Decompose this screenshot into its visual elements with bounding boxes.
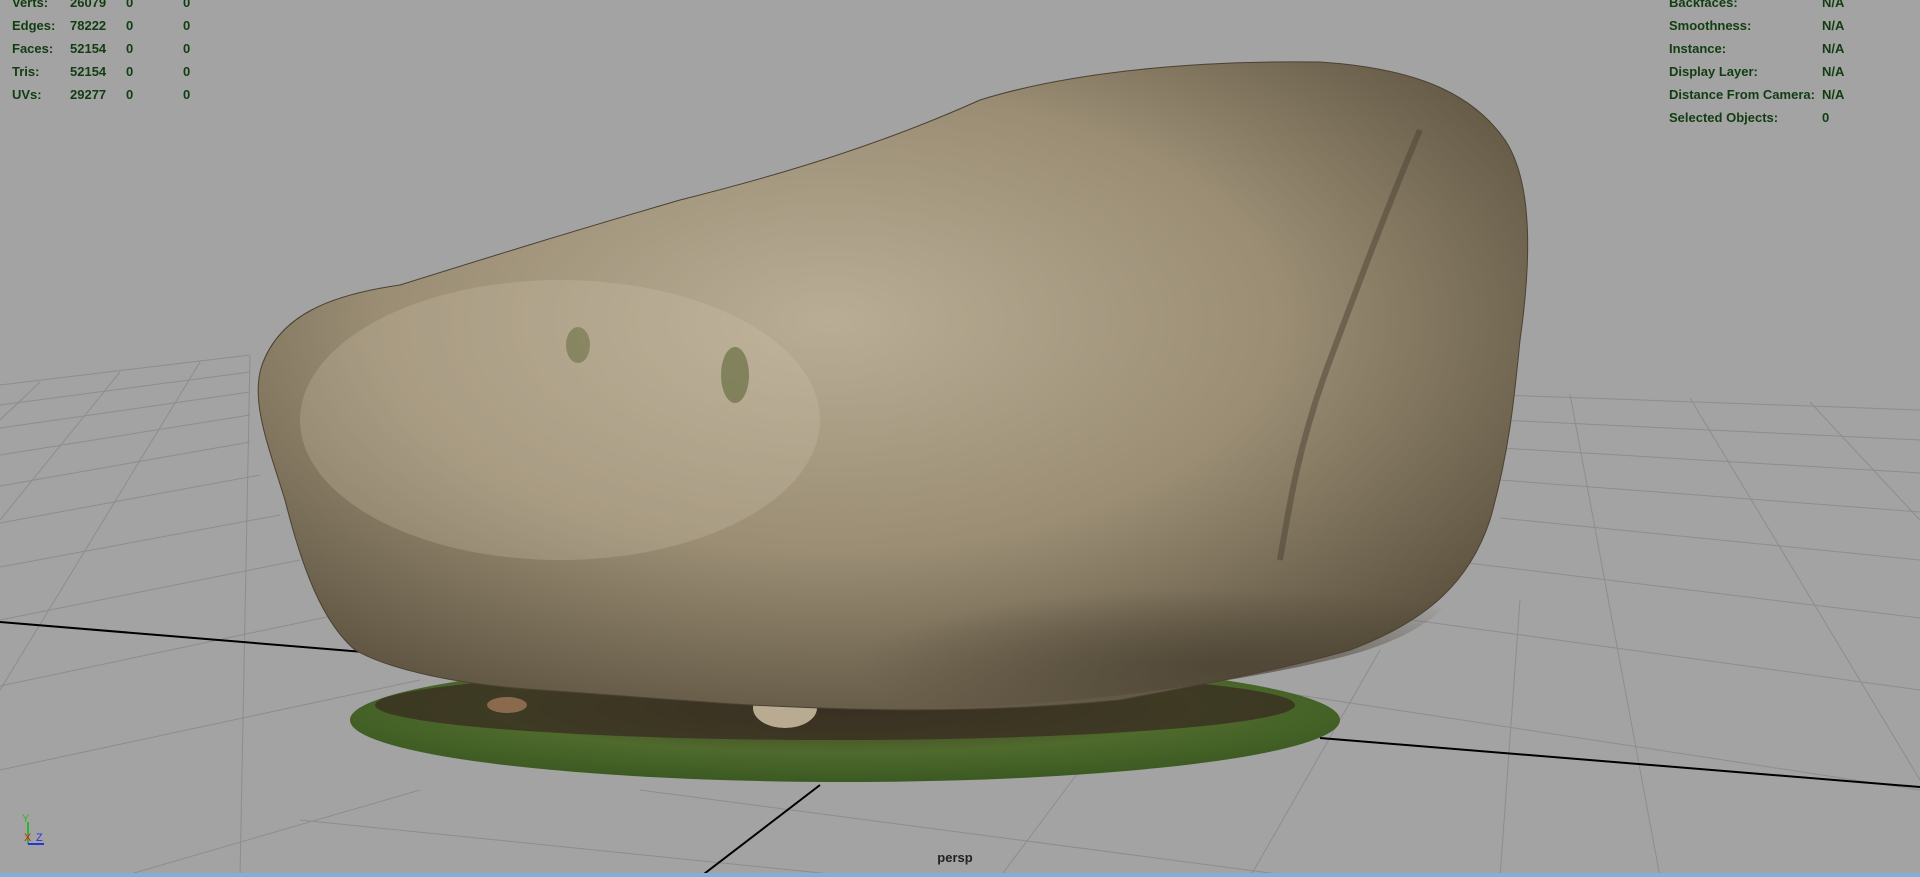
stat-total: 29277 [70,87,107,102]
stat-selected: 0 [126,64,134,79]
stat-selected: 0 [126,41,134,56]
info-label: Smoothness: [1669,18,1752,33]
stat-total: 26079 [70,0,107,10]
rock-model[interactable] [257,61,1529,782]
stat-triangles: 0 [183,18,191,33]
info-label: Distance From Camera: [1669,87,1815,102]
stat-selected: 0 [126,0,134,10]
object-info-hud: Backfaces: N/A Smoothness: N/A Instance:… [1660,0,1920,125]
perspective-viewport[interactable] [0,0,1920,877]
axis-x-label: X [24,832,32,844]
moss-patch [566,327,590,363]
stat-selected: 0 [126,18,134,33]
info-value: N/A [1822,87,1845,102]
stat-label: Edges: [12,18,56,33]
stat-triangles: 0 [183,41,191,56]
info-label: Backfaces: [1669,0,1738,10]
stat-triangles: 0 [183,87,191,102]
stat-triangles: 0 [183,0,191,10]
info-label: Selected Objects: [1669,110,1779,125]
info-value: N/A [1822,0,1845,10]
info-value: N/A [1822,64,1845,79]
poly-count-hud: Verts: 26079 0 0 Edges: 78222 0 0 Faces:… [0,0,230,104]
info-label: Display Layer: [1669,64,1758,79]
rock-highlight [300,280,820,560]
stat-label: UVs: [12,87,42,102]
pebble [487,697,527,713]
stat-total: 78222 [70,18,107,33]
stat-triangles: 0 [183,64,191,79]
stat-label: Faces: [12,41,54,56]
info-value: N/A [1822,41,1845,56]
stat-label: Tris: [12,64,40,79]
axis-z-label: Z [36,832,43,844]
info-value: N/A [1822,18,1845,33]
axis-y-label: Y [22,813,30,825]
view-axis-icon: Y X Z [22,813,44,845]
stat-total: 52154 [70,41,107,56]
stat-label: Verts: [12,0,49,10]
viewport-bottom-border [0,873,1920,877]
stat-selected: 0 [126,87,134,102]
info-value: 0 [1822,110,1830,125]
info-label: Instance: [1669,41,1727,56]
camera-name-label: persp [937,850,973,865]
stat-total: 52154 [70,64,107,79]
moss-patch [721,347,749,403]
